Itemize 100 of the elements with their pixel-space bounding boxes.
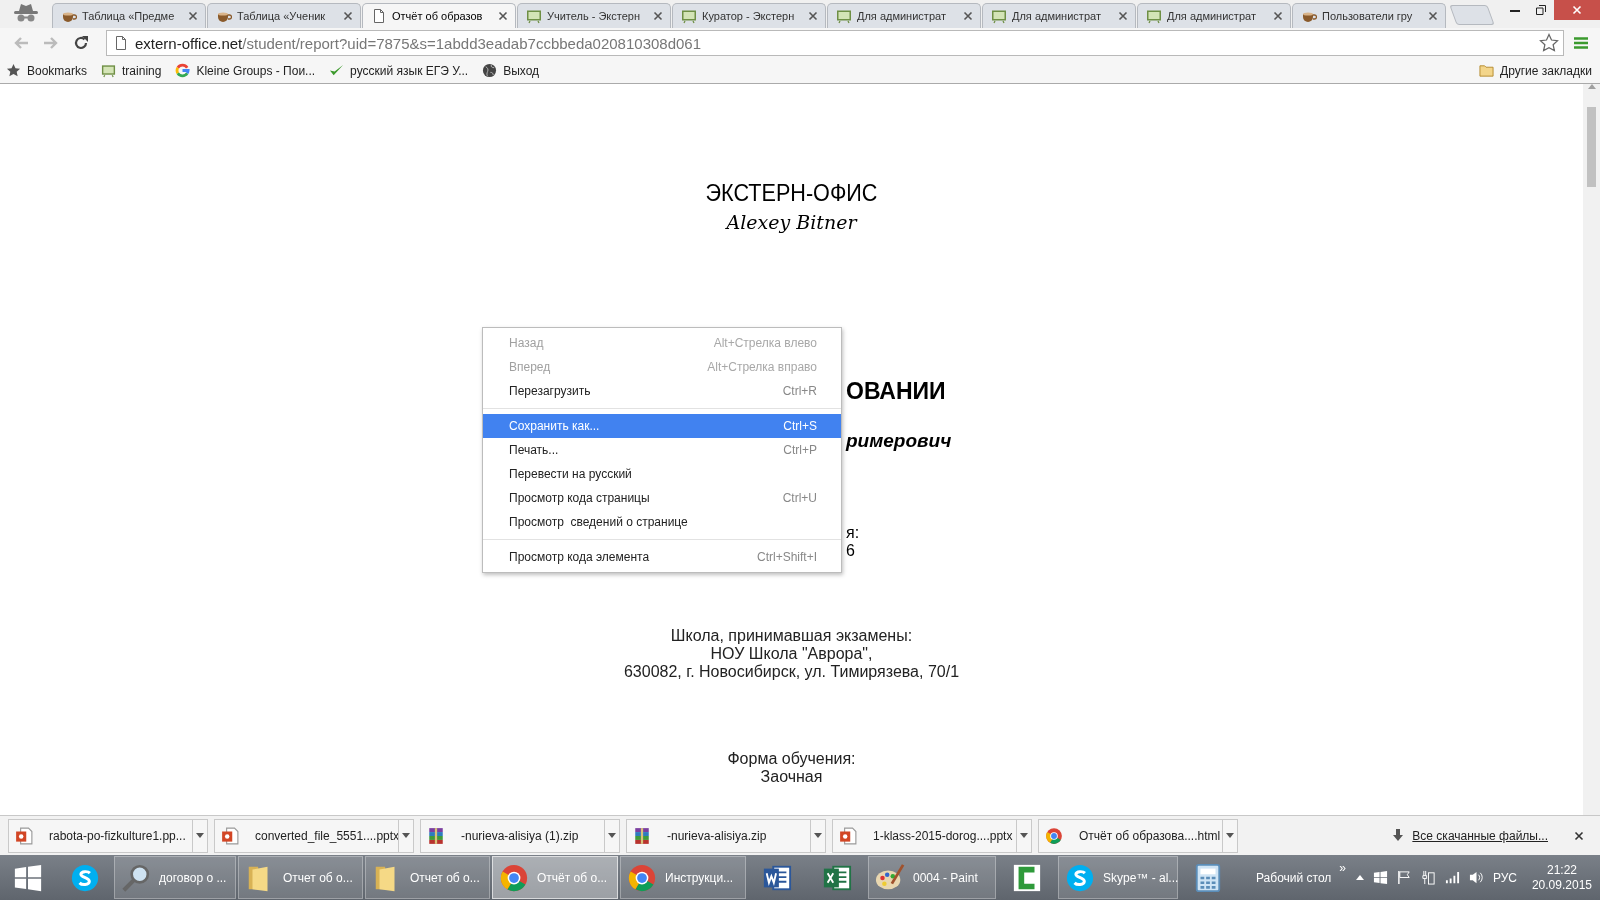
browser-icon (499, 862, 529, 893)
bookmark-star-icon[interactable] (1539, 33, 1559, 53)
menu-item[interactable]: Просмотр кода элемента Ctrl+Shift+I (483, 545, 841, 569)
board-icon (526, 8, 542, 24)
browser-tab[interactable]: Пользователи гру (1292, 3, 1446, 28)
start-icon (12, 862, 43, 893)
board-icon (991, 8, 1007, 24)
browser-tab[interactable]: Таблица «Предме (52, 3, 206, 28)
download-button[interactable]: -nurieva-alisiya.zip (626, 818, 810, 853)
presentation-file-icon (221, 826, 239, 845)
menu-item[interactable]: Перевести на русский (483, 462, 841, 486)
check-icon (329, 63, 345, 78)
download-button[interactable]: -nurieva-alisiya (1).zip (420, 818, 604, 853)
shortcut-text: Ctrl+S (783, 419, 817, 433)
folder-icon (1479, 63, 1495, 78)
browser-tab[interactable]: Куратор - Экстерн (672, 3, 826, 28)
signal-icon[interactable] (1444, 870, 1460, 885)
close-icon (1574, 830, 1584, 841)
dropdown-button[interactable] (398, 818, 414, 853)
dropdown-button[interactable] (810, 818, 826, 853)
taskbar-button[interactable]: Skype™ - al... (1058, 856, 1178, 899)
close-icon (188, 11, 198, 21)
scrollbar[interactable] (1583, 84, 1600, 815)
browser-icon (627, 862, 657, 893)
download-button[interactable]: converted_file_5551....pptx (214, 818, 398, 853)
close-icon (1572, 5, 1582, 15)
browser-tab[interactable]: Для администрат (1137, 3, 1291, 28)
bookmark[interactable]: Выход (482, 63, 540, 78)
school-text: 630082, г. Новосибирск, ул. Тимирязева, 70/1 (623, 663, 960, 681)
menu-item[interactable]: Перезагрузить Ctrl+R (483, 379, 841, 403)
close-icon (808, 11, 818, 21)
taskbar-button[interactable]: 0004 - Paint (868, 856, 996, 899)
scrollbar-thumb[interactable] (1587, 107, 1596, 187)
browser-tab[interactable]: Отчёт об образов (362, 3, 516, 28)
windows-icon[interactable] (1372, 870, 1388, 885)
g-icon (175, 63, 191, 78)
presentation-file-icon (839, 826, 857, 845)
reload-icon (73, 35, 89, 51)
close-icon (1273, 11, 1283, 21)
star-icon (6, 63, 21, 78)
presentation-file-icon (15, 826, 33, 845)
close-icon (1428, 11, 1438, 21)
desktop-toolbar-label[interactable]: Рабочий стол (1256, 870, 1332, 885)
download-button[interactable]: 1-klass-2015-dorog....pptx (832, 818, 1016, 853)
menu-item[interactable]: Просмотр сведений о странице (483, 510, 841, 534)
close-icon (963, 11, 973, 21)
clock-date[interactable]: 20.09.2015 (1531, 877, 1592, 893)
taskbar-button[interactable]: договор о ... (114, 856, 236, 899)
bookmark[interactable]: русский язык ЕГЭ У... (329, 63, 469, 78)
taskbar-button[interactable]: Отчет об о... (365, 856, 490, 899)
download-icon (1392, 829, 1405, 842)
caret-icon (1020, 833, 1028, 838)
address-field[interactable]: extern-office.net/student/report?uid=7875&s=1abdd3eadab7ccbbeda020810308d061 (106, 30, 1564, 56)
page-icon (371, 8, 387, 24)
bookmark[interactable]: Kleine Groups - Пои... (175, 63, 316, 78)
forward-arrow-icon (43, 36, 59, 50)
taskbar-button[interactable]: Отчет об о... (238, 856, 363, 899)
language-indicator[interactable]: РУС (1492, 870, 1517, 885)
bookmark[interactable]: training (101, 63, 162, 78)
flag-icon[interactable] (1396, 870, 1412, 885)
shortcut-text: Ctrl+Shift+I (756, 550, 817, 564)
shortcut-text: Ctrl+P (783, 443, 817, 457)
study-form-text: Заочная (760, 768, 823, 786)
dropdown-button[interactable] (604, 818, 620, 853)
dropdown-button[interactable] (192, 818, 208, 853)
menu-item[interactable]: Печать... Ctrl+P (483, 438, 841, 462)
browser-icon (1045, 826, 1063, 845)
all-downloads-link[interactable]: Все скачанные файлы... (1412, 828, 1548, 843)
logo-signature: Alexey Bitner (726, 210, 857, 235)
browser-tab[interactable]: Для администрат (982, 3, 1136, 28)
other-bookmarks[interactable]: Другие закладки (1479, 63, 1592, 78)
board-icon (1146, 8, 1162, 24)
shortcut-text: Alt+Стрелка вправо (707, 360, 817, 374)
archive-icon (427, 826, 445, 845)
minimize-icon (1510, 8, 1520, 12)
battery-icon[interactable] (1420, 870, 1436, 885)
bookmark[interactable]: Bookmarks (6, 63, 88, 78)
skype-icon (69, 862, 100, 893)
dropdown-button[interactable] (1222, 818, 1238, 853)
browser-tab[interactable]: Для администрат (827, 3, 981, 28)
globe-icon (482, 63, 498, 78)
close-icon (1118, 11, 1128, 21)
menu-item[interactable]: Просмотр кода страницы Ctrl+U (483, 486, 841, 510)
speaker-icon[interactable] (1468, 870, 1484, 885)
show-hidden-icons-button[interactable] (1355, 875, 1364, 880)
report-heading: ОВАНИИ (846, 377, 946, 406)
clock-time[interactable]: 21:22 (1546, 862, 1577, 878)
browser-tab[interactable]: Таблица «Ученик (207, 3, 361, 28)
back-arrow-icon (13, 36, 29, 50)
download-button[interactable]: rabota-po-fizkulture1.pp... (8, 818, 192, 853)
board-icon (681, 8, 697, 24)
dropdown-button[interactable] (1016, 818, 1032, 853)
caret-icon (1355, 875, 1364, 880)
taskbar-button[interactable]: Инструкци... (620, 856, 746, 899)
caret-icon (814, 833, 822, 838)
browser-tab[interactable]: Учитель - Экстерн (517, 3, 671, 28)
download-button[interactable]: Отчёт об образова....html (1038, 818, 1222, 853)
menu-item[interactable]: Сохранить как... Ctrl+S (483, 414, 841, 438)
study-form-text: Форма обучения: (727, 750, 856, 768)
more-button[interactable]: » (1339, 860, 1346, 875)
